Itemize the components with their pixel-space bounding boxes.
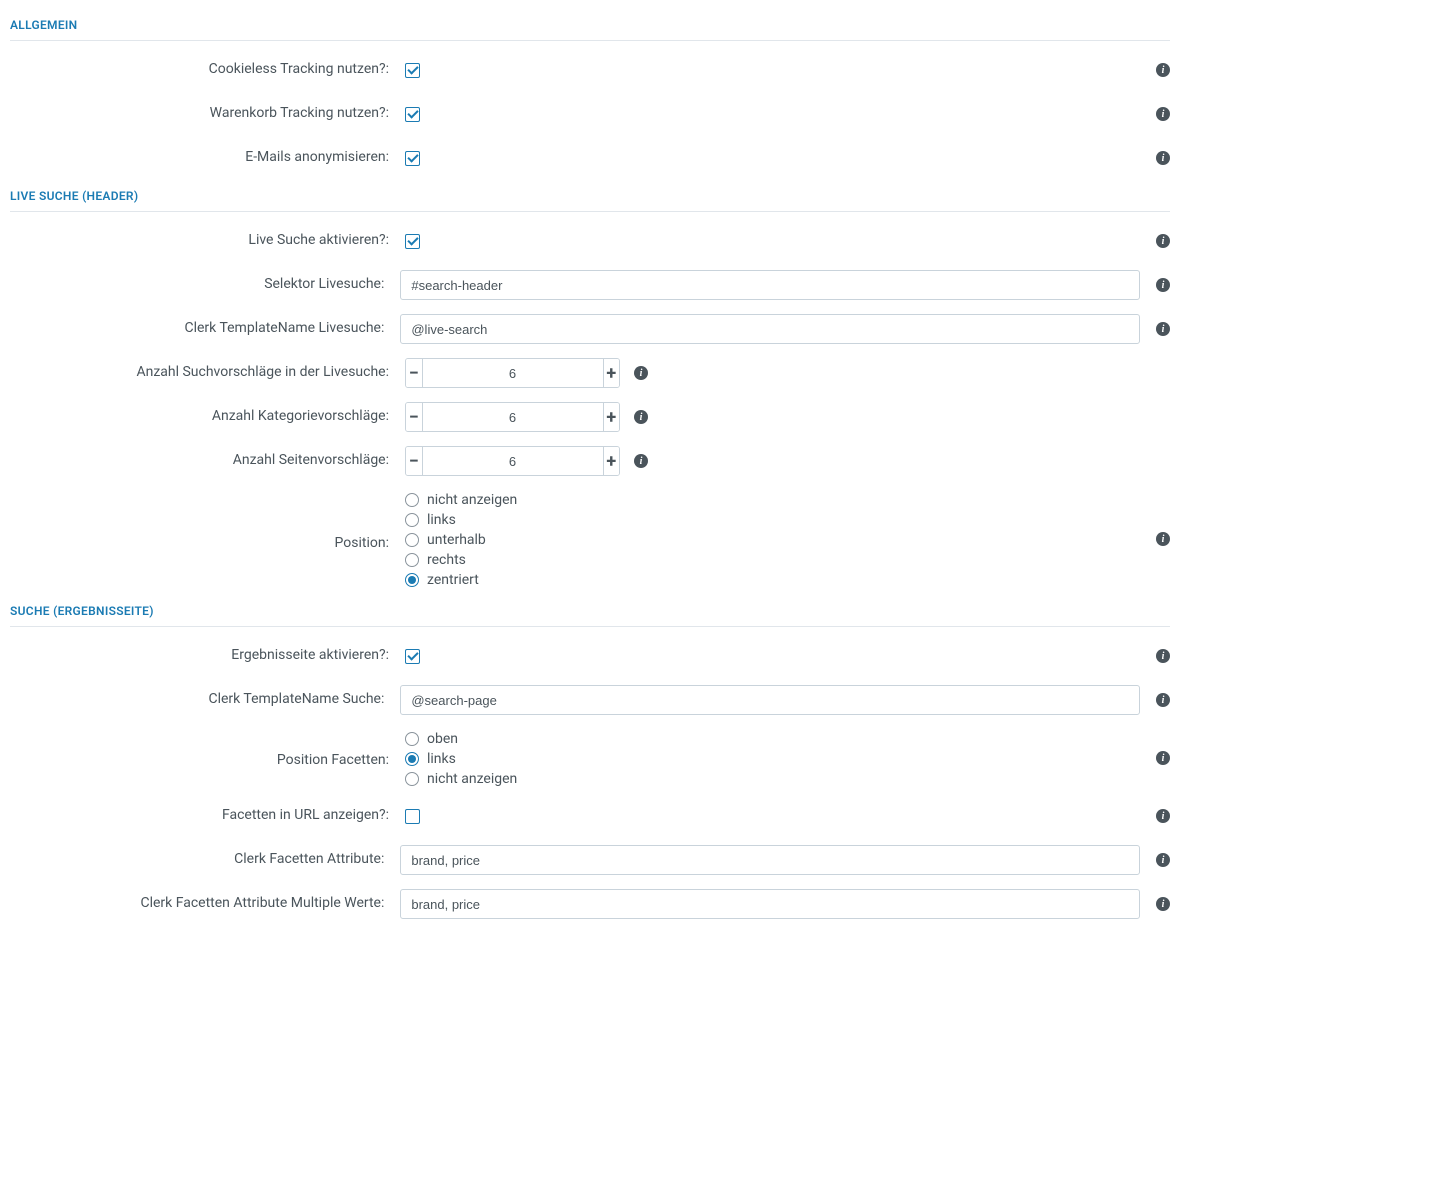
label-facet-attributes: Clerk Facetten Attribute: xyxy=(10,850,400,870)
label-facet-multi-attributes: Clerk Facetten Attribute Multiple Werte: xyxy=(10,894,400,914)
radio-label: links xyxy=(427,512,456,528)
checkbox-cookieless[interactable] xyxy=(405,63,420,78)
label-facet-url: Facetten in URL anzeigen?: xyxy=(10,806,405,826)
info-icon[interactable]: i xyxy=(634,454,648,468)
plus-icon[interactable]: + xyxy=(603,359,620,387)
radio-position-left[interactable]: links xyxy=(405,512,517,528)
radio-label: links xyxy=(427,751,456,767)
input-facet-attributes[interactable] xyxy=(400,845,1140,875)
label-cart-tracking: Warenkorb Tracking nutzen?: xyxy=(10,104,405,124)
radio-position-center[interactable]: zentriert xyxy=(405,572,517,588)
label-livesearch-selector: Selektor Livesuche: xyxy=(10,275,400,295)
info-icon[interactable]: i xyxy=(1156,809,1170,823)
radio-label: unterhalb xyxy=(427,532,486,548)
input-livesearch-selector[interactable] xyxy=(400,270,1140,300)
section-header-suche: SUCHE (ERGEBNISSEITE) xyxy=(10,594,1170,627)
input-category-suggestions[interactable] xyxy=(423,403,603,431)
minus-icon[interactable]: − xyxy=(406,403,423,431)
label-anonymize-emails: E-Mails anonymisieren: xyxy=(10,148,405,168)
checkbox-results-enable[interactable] xyxy=(405,649,420,664)
radio-facet-left[interactable]: links xyxy=(405,751,517,767)
label-search-template: Clerk TemplateName Suche: xyxy=(10,690,400,710)
radio-label: zentriert xyxy=(427,572,479,588)
radio-position-right[interactable]: rechts xyxy=(405,552,517,568)
minus-icon[interactable]: − xyxy=(406,447,423,475)
input-search-template[interactable] xyxy=(400,685,1140,715)
label-livesearch-enable: Live Suche aktivieren?: xyxy=(10,231,405,251)
info-icon[interactable]: i xyxy=(1156,107,1170,121)
info-icon[interactable]: i xyxy=(1156,751,1170,765)
info-icon[interactable]: i xyxy=(1156,649,1170,663)
label-facet-position: Position Facetten: xyxy=(10,729,405,771)
input-search-suggestions[interactable] xyxy=(423,359,603,387)
info-icon[interactable]: i xyxy=(1156,693,1170,707)
label-cookieless: Cookieless Tracking nutzen?: xyxy=(10,60,405,80)
radio-position-none[interactable]: nicht anzeigen xyxy=(405,492,517,508)
checkbox-livesearch-enable[interactable] xyxy=(405,234,420,249)
info-icon[interactable]: i xyxy=(1156,897,1170,911)
stepper-category-suggestions[interactable]: − + xyxy=(405,402,620,432)
radio-label: rechts xyxy=(427,552,466,568)
radio-facet-none[interactable]: nicht anzeigen xyxy=(405,771,517,787)
info-icon[interactable]: i xyxy=(634,410,648,424)
plus-icon[interactable]: + xyxy=(603,403,620,431)
label-search-suggestions: Anzahl Suchvorschläge in der Livesuche: xyxy=(10,363,405,383)
radio-group-facet-position: oben links nicht anzeigen xyxy=(405,729,517,787)
checkbox-cart-tracking[interactable] xyxy=(405,107,420,122)
section-header-allgemein: ALLGEMEIN xyxy=(10,8,1170,41)
info-icon[interactable]: i xyxy=(634,366,648,380)
input-page-suggestions[interactable] xyxy=(423,447,603,475)
section-header-livesuche: LIVE SUCHE (HEADER) xyxy=(10,179,1170,212)
info-icon[interactable]: i xyxy=(1156,63,1170,77)
radio-position-below[interactable]: unterhalb xyxy=(405,532,517,548)
radio-label: oben xyxy=(427,731,458,747)
info-icon[interactable]: i xyxy=(1156,322,1170,336)
label-results-enable: Ergebnisseite aktivieren?: xyxy=(10,646,405,666)
minus-icon[interactable]: − xyxy=(406,359,423,387)
info-icon[interactable]: i xyxy=(1156,278,1170,292)
input-livesearch-template[interactable] xyxy=(400,314,1140,344)
stepper-search-suggestions[interactable]: − + xyxy=(405,358,620,388)
radio-facet-top[interactable]: oben xyxy=(405,731,517,747)
checkbox-anonymize-emails[interactable] xyxy=(405,151,420,166)
label-page-suggestions: Anzahl Seitenvorschläge: xyxy=(10,451,405,471)
radio-label: nicht anzeigen xyxy=(427,771,517,787)
info-icon[interactable]: i xyxy=(1156,532,1170,546)
radio-group-position: nicht anzeigen links unterhalb rechts ze… xyxy=(405,490,517,588)
input-facet-multi-attributes[interactable] xyxy=(400,889,1140,919)
label-category-suggestions: Anzahl Kategorievorschläge: xyxy=(10,407,405,427)
label-position: Position: xyxy=(10,490,405,554)
plus-icon[interactable]: + xyxy=(603,447,620,475)
info-icon[interactable]: i xyxy=(1156,234,1170,248)
stepper-page-suggestions[interactable]: − + xyxy=(405,446,620,476)
label-livesearch-template: Clerk TemplateName Livesuche: xyxy=(10,319,400,339)
checkbox-facet-url[interactable] xyxy=(405,809,420,824)
info-icon[interactable]: i xyxy=(1156,151,1170,165)
info-icon[interactable]: i xyxy=(1156,853,1170,867)
radio-label: nicht anzeigen xyxy=(427,492,517,508)
